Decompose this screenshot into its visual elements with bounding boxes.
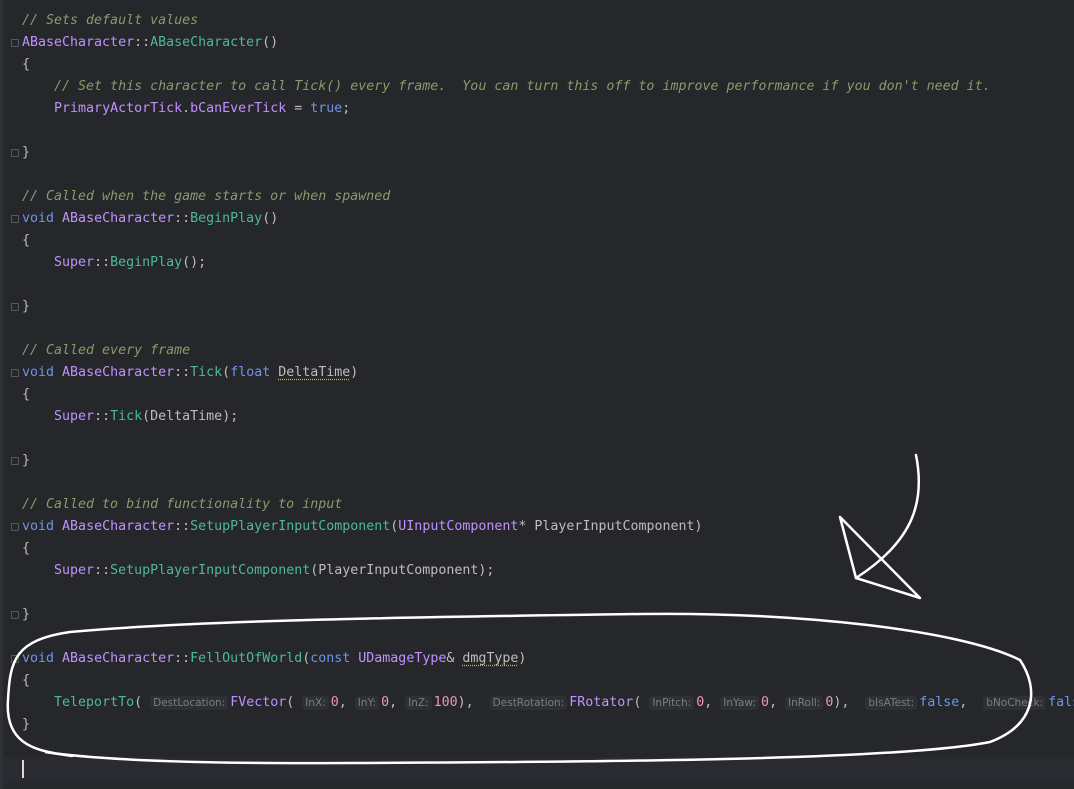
annotation-circle <box>6 612 1033 765</box>
hand-drawn-annotation <box>6 453 1033 765</box>
annotation-arrow-shaft <box>854 453 921 580</box>
annotation-arrow-head <box>838 515 922 600</box>
